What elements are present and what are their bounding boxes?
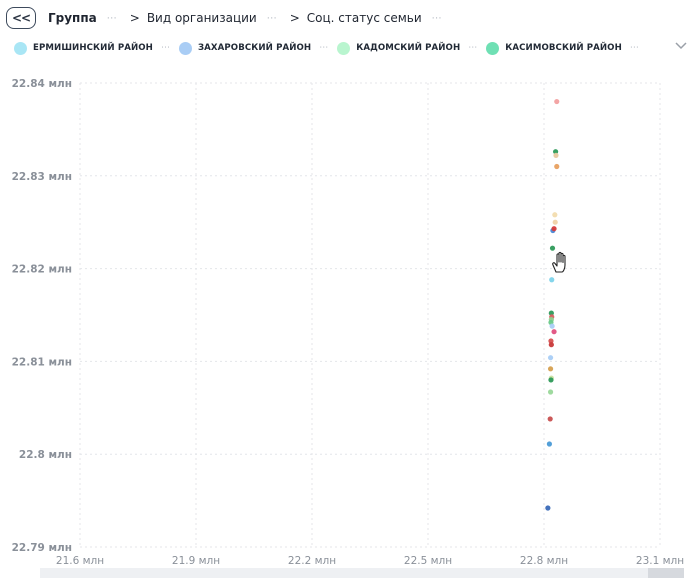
data-point[interactable] [547, 366, 554, 372]
y-tick-label: 22.84 млн [12, 78, 72, 90]
data-point[interactable] [545, 505, 551, 511]
x-tick-label: 22.8 млн [520, 555, 568, 566]
legend-label: КАСИМОВСКИЙ РАЙОН [505, 43, 622, 53]
x-tick-label: 23.1 млн [636, 555, 684, 566]
legend-label: КАДОМСКИЙ РАЙОН [356, 43, 461, 53]
breadcrumb-label: Группа [48, 11, 97, 25]
data-point[interactable] [547, 416, 553, 422]
legend-dot [178, 41, 192, 55]
legend-item-ermishinsky[interactable]: ЕРМИШИНСКИЙ РАЙОН ⋯ [14, 41, 171, 55]
back-button[interactable]: << [6, 7, 36, 29]
chart-legend: ЕРМИШИНСКИЙ РАЙОН ⋯ ЗАХАРОВСКИЙ РАЙОН ⋯ … [14, 38, 648, 58]
breadcrumb-item-org-type[interactable]: > Вид организации [130, 11, 257, 25]
drag-handle-icon[interactable]: ⋯ [267, 13, 278, 24]
chevron-right-icon: > [129, 11, 140, 25]
legend-dot [486, 41, 500, 55]
data-point[interactable] [548, 342, 554, 348]
y-tick-label: 22.82 млн [12, 264, 72, 276]
hand-cursor-icon [552, 251, 566, 273]
data-point[interactable] [554, 98, 560, 105]
breadcrumb-item-group[interactable]: Группа [48, 11, 97, 25]
data-point[interactable] [554, 163, 560, 170]
y-tick-label: 22.81 млн [12, 356, 72, 368]
data-point[interactable] [546, 441, 553, 447]
legend-label: ЕРМИШИНСКИЙ РАЙОН [33, 43, 153, 53]
chevron-down-icon[interactable] [674, 40, 688, 54]
data-point[interactable] [548, 377, 554, 383]
legend-dot [14, 41, 27, 55]
y-tick-label: 22.8 млн [19, 449, 72, 461]
drag-handle-icon[interactable]: ⋯ [468, 43, 478, 53]
breadcrumb-item-social-status[interactable]: > Соц. статус семьи [290, 11, 422, 25]
legend-label: ЗАХАРОВСКИЙ РАЙОН [197, 43, 312, 53]
x-tick-label: 21.6 млн [56, 555, 104, 566]
drag-handle-icon[interactable]: ⋯ [432, 13, 443, 24]
data-point[interactable] [547, 389, 554, 395]
data-point[interactable] [547, 355, 554, 361]
breadcrumb: << Группа ⋯ > Вид организации ⋯ > Соц. с… [6, 6, 455, 30]
breadcrumb-label: Соц. статус семьи [306, 11, 422, 25]
horizontal-scrollbar[interactable] [40, 568, 684, 578]
legend-item-kasimovsky[interactable]: КАСИМОВСКИЙ РАЙОН ⋯ [486, 41, 640, 55]
drag-handle-icon[interactable]: ⋯ [107, 13, 118, 24]
drag-handle-icon[interactable]: ⋯ [319, 43, 329, 53]
data-point[interactable] [549, 277, 555, 283]
scrollbar-thumb[interactable] [648, 568, 684, 578]
y-tick-label: 22.83 млн [12, 171, 72, 183]
drag-handle-icon[interactable]: ⋯ [630, 43, 640, 53]
x-tick-label: 22.5 млн [404, 555, 452, 566]
data-point[interactable] [551, 329, 557, 335]
data-point[interactable] [549, 323, 555, 329]
x-tick-label: 21.9 млн [172, 555, 220, 566]
scatter-chart: 22.79 млн 22.8 млн 22.81 млн 22.82 млн 22.83… [12, 78, 685, 566]
data-point[interactable] [552, 212, 558, 218]
chevron-right-icon: > [289, 11, 300, 25]
breadcrumb-label: Вид организации [146, 11, 257, 25]
data-point[interactable] [551, 226, 557, 232]
data-point[interactable] [553, 152, 559, 158]
drag-handle-icon[interactable]: ⋯ [161, 43, 171, 53]
legend-item-kadomsky[interactable]: КАДОМСКИЙ РАЙОН ⋯ [337, 41, 478, 55]
legend-item-zakharovsky[interactable]: ЗАХАРОВСКИЙ РАЙОН ⋯ [178, 41, 329, 55]
data-point[interactable] [552, 219, 558, 225]
legend-dot [337, 41, 351, 55]
data-point[interactable] [549, 245, 556, 251]
x-tick-label: 22.2 млн [288, 555, 336, 566]
y-tick-label: 22.79 млн [12, 542, 72, 554]
